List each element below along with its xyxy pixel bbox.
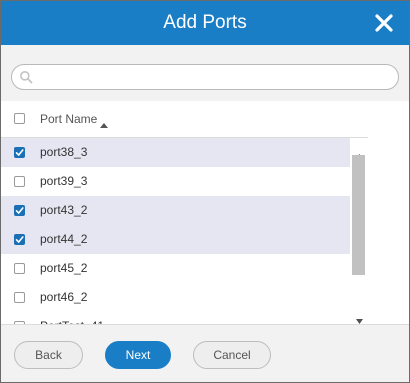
table-header: Port Name (1, 101, 368, 138)
table-row[interactable]: port43_2 (1, 196, 350, 225)
ports-table: Port Name port38_3 port39_3 port43_2 port44… (1, 101, 368, 324)
row-checkbox[interactable] (14, 147, 25, 158)
port-name: port46_2 (40, 290, 88, 304)
port-name: port44_2 (40, 232, 88, 246)
sort-ascending-icon[interactable] (100, 115, 108, 128)
search-input[interactable] (40, 68, 390, 86)
vertical-scrollbar[interactable] (350, 138, 368, 324)
port-name: port38_3 (40, 145, 88, 159)
table-row[interactable]: port44_2 (1, 225, 350, 254)
table-row[interactable]: PortTest_41 (1, 312, 350, 324)
search-icon (19, 70, 33, 84)
select-all-checkbox[interactable] (14, 113, 25, 124)
table-side-panel (368, 101, 409, 324)
close-icon[interactable] (371, 10, 397, 36)
table-row[interactable]: port38_3 (1, 138, 350, 167)
port-name: port39_3 (40, 174, 88, 188)
back-button[interactable]: Back (14, 341, 83, 369)
dialog-header: Add Ports (1, 1, 409, 45)
next-button[interactable]: Next (105, 341, 171, 369)
row-checkbox[interactable] (14, 234, 25, 245)
table-row[interactable]: port45_2 (1, 254, 350, 283)
search-box[interactable] (11, 64, 399, 90)
port-name: PortTest_41 (40, 312, 104, 324)
scroll-down-icon[interactable] (356, 311, 363, 324)
row-checkbox[interactable] (14, 292, 25, 303)
port-name: port43_2 (40, 203, 88, 217)
dialog-title: Add Ports (163, 12, 247, 33)
port-name: port45_2 (40, 261, 88, 275)
search-area (1, 45, 409, 101)
table-row[interactable]: port46_2 (1, 283, 350, 312)
row-checkbox[interactable] (14, 205, 25, 216)
row-checkbox[interactable] (14, 263, 25, 274)
column-header-port-name[interactable]: Port Name (40, 101, 97, 137)
scrollbar-thumb[interactable] (352, 155, 365, 275)
table-row[interactable]: port39_3 (1, 167, 350, 196)
scroll-up-icon[interactable] (356, 146, 363, 159)
row-checkbox[interactable] (14, 176, 25, 187)
add-ports-dialog: Add Ports Port Name port38_3 port39_3 po… (0, 0, 410, 383)
dialog-footer: Back Next Cancel (1, 324, 409, 382)
cancel-button[interactable]: Cancel (193, 341, 271, 369)
